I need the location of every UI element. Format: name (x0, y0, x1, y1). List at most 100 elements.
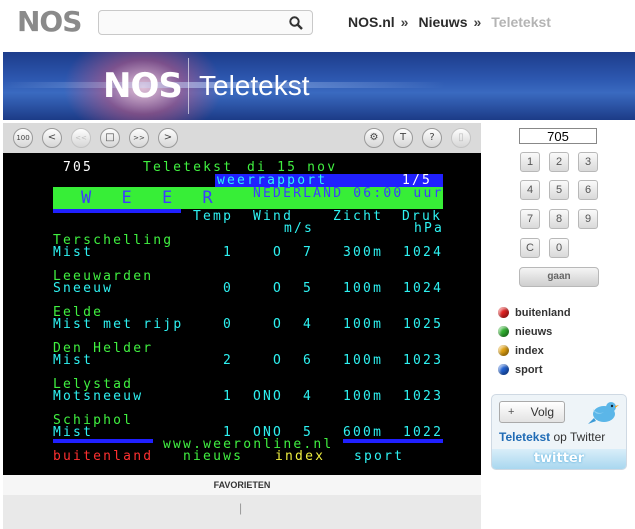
text-button[interactable]: T (393, 128, 413, 148)
tt-station-wind-dir: O (273, 353, 284, 368)
tt-footer-bar-left (53, 439, 153, 443)
twitter-bird-icon (588, 402, 619, 424)
key-0[interactable]: 0 (549, 238, 569, 258)
twitter-text-rest: op Twitter (550, 430, 606, 444)
tt-station-wind-dir: O (273, 281, 284, 296)
tt-station-sight: 100m (343, 317, 384, 332)
tt-station-wind-speed: 5 (303, 281, 314, 296)
link-buitenland-label: buitenland (515, 307, 571, 319)
link-index[interactable]: index (498, 345, 544, 361)
next-page-button[interactable]: > (158, 128, 178, 148)
tt-subtitle: NEDERLAND 06:00 uur (253, 186, 444, 201)
key-clear[interactable]: C (520, 238, 540, 258)
tt-station-temp: 1 (223, 389, 234, 404)
twitter-brand: Teletekst (499, 430, 551, 444)
tt-station-weather: Mist (53, 425, 94, 440)
tt-station-temp: 0 (223, 317, 234, 332)
tt-station-sight: 100m (343, 281, 384, 296)
tt-col-pressure-unit: hPa (414, 221, 445, 236)
page-100-button[interactable]: 100 (13, 128, 33, 148)
breadcrumb-teletekst[interactable]: Teletekst (491, 14, 551, 30)
prev-page-button[interactable]: < (42, 128, 62, 148)
teletext-toolbar: 100 < << □ >> > ⚙ T ? ▯ (3, 123, 481, 153)
link-sport[interactable]: sport (498, 364, 543, 380)
tt-station-pressure: 1024 (403, 281, 444, 296)
tt-station-temp: 1 (223, 245, 234, 260)
settings-button[interactable]: ⚙ (364, 128, 384, 148)
link-nieuws[interactable]: nieuws (498, 326, 552, 342)
red-dot-icon (498, 307, 509, 318)
sidebar: 1 2 3 4 5 6 7 8 9 C 0 gaan buitenland ni… (483, 123, 635, 529)
key-1[interactable]: 1 (520, 152, 540, 172)
favorites-header[interactable]: FAVORIETEN (3, 475, 481, 495)
top-bar: NOS NOS.nl » Nieuws » Teletekst (0, 0, 635, 48)
tt-title: W E E R (81, 188, 223, 208)
nos-logo[interactable]: NOS (17, 4, 82, 40)
search-icon[interactable] (289, 16, 303, 30)
tt-station-pressure: 1022 (403, 425, 444, 440)
key-4[interactable]: 4 (520, 180, 540, 200)
next-subpage-button[interactable]: >> (129, 128, 149, 148)
tt-station-wind-speed: 7 (303, 245, 314, 260)
link-buitenland[interactable]: buitenland (498, 307, 571, 323)
follow-button[interactable]: + Volg (499, 401, 565, 423)
tt-station-weather: Motsneeuw (53, 389, 144, 404)
tt-station-wind-speed: 6 (303, 353, 314, 368)
tt-title-underline (53, 209, 181, 213)
go-button[interactable]: gaan (519, 267, 599, 287)
tt-col-temp: Temp (193, 209, 234, 224)
teletext-screen: 705 Teletekst di 15 nov weerrapport 1/5 … (3, 153, 481, 475)
search-input[interactable] (103, 14, 287, 33)
pause-button[interactable]: □ (100, 128, 120, 148)
tt-station-pressure: 1023 (403, 389, 444, 404)
tt-station-weather: Mist met rijp (53, 317, 184, 332)
green-dot-icon (498, 326, 509, 337)
breadcrumb-nieuws[interactable]: Nieuws (418, 14, 467, 30)
follow-label: Volg (530, 405, 554, 419)
key-6[interactable]: 6 (578, 180, 598, 200)
tt-station-sight: 300m (343, 245, 384, 260)
tt-station-wind-dir: O (273, 245, 284, 260)
help-button[interactable]: ? (422, 128, 442, 148)
mobile-button[interactable]: ▯ (451, 128, 471, 148)
yellow-dot-icon (498, 345, 509, 356)
banner-streak (3, 82, 635, 88)
tt-fastext-buitenland[interactable]: buitenland (53, 450, 153, 463)
key-3[interactable]: 3 (578, 152, 598, 172)
banner-title: Teletekst (199, 70, 310, 101)
tt-station-weather: Mist (53, 245, 94, 260)
key-9[interactable]: 9 (578, 209, 598, 229)
tt-station-wind-dir: ONO (253, 389, 284, 404)
tt-footer-bar-right (343, 439, 443, 443)
twitter-text[interactable]: Teletekst op Twitter (499, 430, 605, 444)
banner-divider (188, 58, 189, 114)
add-user-icon: + (508, 406, 515, 418)
key-8[interactable]: 8 (549, 209, 569, 229)
link-nieuws-label: nieuws (515, 326, 553, 338)
twitter-widget: + Volg Teletekst op Twitter twitter (491, 394, 627, 470)
link-sport-label: sport (515, 364, 543, 376)
breadcrumb-separator: » (473, 14, 482, 30)
tt-station-weather: Sneeuw (53, 281, 114, 296)
key-7[interactable]: 7 (520, 209, 540, 229)
favorites-marker: | (239, 501, 243, 515)
tt-col-sight: Zicht (333, 209, 384, 224)
tt-station-sight: 100m (343, 389, 384, 404)
tt-fastext-index[interactable]: index (275, 450, 325, 463)
link-index-label: index (515, 345, 544, 357)
key-5[interactable]: 5 (549, 180, 569, 200)
twitter-logo[interactable]: twitter (492, 449, 626, 469)
key-2[interactable]: 2 (549, 152, 569, 172)
tt-station-temp: 2 (223, 353, 234, 368)
tt-col-wind-unit: m/s (284, 221, 315, 236)
page-number-input[interactable] (519, 128, 597, 144)
search-box (98, 10, 313, 35)
breadcrumb-nos[interactable]: NOS.nl (348, 14, 395, 30)
teletekst-banner: NOS Teletekst (3, 52, 635, 120)
prev-subpage-button[interactable]: << (71, 128, 91, 148)
tt-station-pressure: 1023 (403, 353, 444, 368)
tt-station-pressure: 1025 (403, 317, 444, 332)
tt-fastext-nieuws[interactable]: nieuws (183, 450, 243, 463)
tt-fastext-sport[interactable]: sport (354, 450, 404, 463)
tt-station-wind-speed: 4 (303, 389, 314, 404)
